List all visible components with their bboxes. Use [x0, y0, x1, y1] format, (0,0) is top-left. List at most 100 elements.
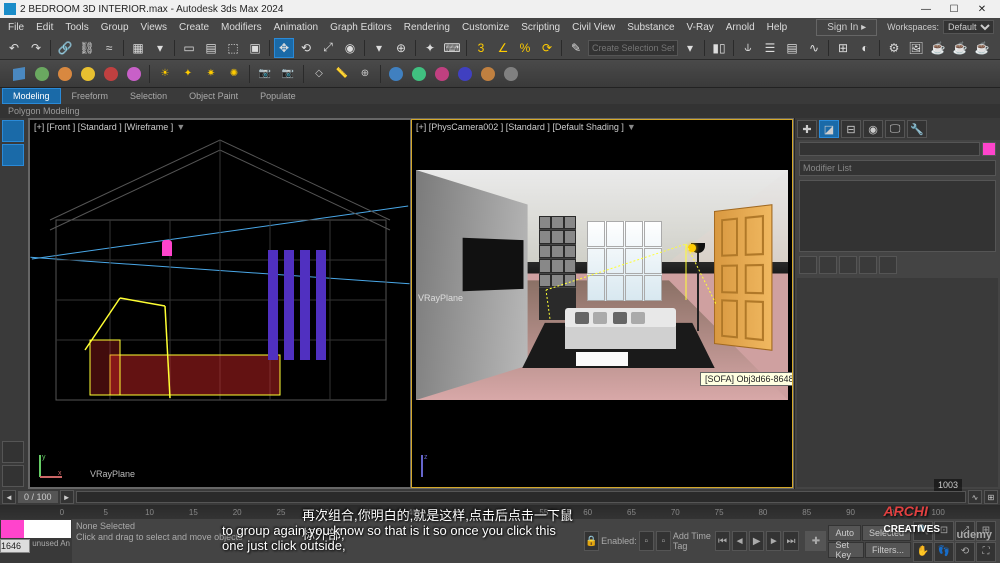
render-production-button[interactable]: ☕ [950, 38, 970, 58]
redo-button[interactable]: ↷ [26, 38, 46, 58]
schematic-view-button[interactable]: ⊞ [833, 38, 853, 58]
keyboard-shortcut-button[interactable]: ⌨ [442, 38, 462, 58]
shelf-object[interactable] [539, 216, 576, 320]
time-slider-range[interactable]: 0 / 100 [18, 491, 58, 503]
object-color-swatch[interactable] [982, 142, 996, 156]
goto-start-button[interactable]: ⏮ [715, 531, 730, 551]
particle-icon[interactable] [385, 63, 407, 85]
sofa-object[interactable] [565, 308, 677, 349]
ribbon-tab-populate[interactable]: Populate [249, 88, 307, 104]
light-omni-icon[interactable]: ☀ [154, 63, 176, 85]
menu-group[interactable]: Group [95, 20, 135, 35]
render-button[interactable]: ☕ [928, 38, 948, 58]
helper-compass-icon[interactable]: ⊕ [354, 63, 376, 85]
particle-cloud-icon[interactable] [500, 63, 522, 85]
time-slider-track[interactable] [76, 491, 966, 503]
ribbon-tab-object-paint[interactable]: Object Paint [178, 88, 249, 104]
filter-icon[interactable]: ▼ [627, 122, 636, 132]
particle-blizzard-icon[interactable] [477, 63, 499, 85]
viewport-camera-label[interactable]: [+] [PhysCamera002 ] [Standard ] [Defaul… [416, 122, 636, 132]
camera-free-icon[interactable]: 📷 [277, 63, 299, 85]
window-crossing-button[interactable]: ▣ [245, 38, 265, 58]
ribbon-tab-freeform[interactable]: Freeform [61, 88, 120, 104]
camera-target-icon[interactable]: 📷 [254, 63, 276, 85]
tv-object[interactable] [462, 238, 523, 291]
configure-sets-button[interactable] [879, 256, 897, 274]
tab-create[interactable]: ✚ [797, 120, 817, 138]
menu-arnold[interactable]: Arnold [720, 20, 761, 35]
menu-scripting[interactable]: Scripting [515, 20, 566, 35]
menu-substance[interactable]: Substance [621, 20, 680, 35]
time-slider-prev[interactable]: ◄ [2, 490, 16, 504]
tab-modify[interactable]: ◪ [819, 120, 839, 138]
angle-snap-toggle[interactable]: ∠ [493, 38, 513, 58]
ribbon-tab-selection[interactable]: Selection [119, 88, 178, 104]
workspaces-select[interactable]: Default [943, 20, 994, 34]
curve-editor-button[interactable]: ∿ [804, 38, 824, 58]
prev-frame-button[interactable]: ◄ [732, 531, 747, 551]
menu-animation[interactable]: Animation [268, 20, 324, 35]
auto-key-button[interactable]: Auto [828, 525, 861, 541]
mini-curve-editor-button[interactable]: ∿ [968, 490, 982, 504]
material-editor-button[interactable]: ◐ [855, 38, 875, 58]
play-button[interactable]: ▶ [749, 531, 764, 551]
particle-spray-icon[interactable] [431, 63, 453, 85]
cone-icon[interactable] [123, 63, 145, 85]
particle-snow-icon[interactable] [454, 63, 476, 85]
tab-display[interactable]: 🖵 [885, 120, 905, 138]
cylinder-icon[interactable] [77, 63, 99, 85]
render-setup-button[interactable]: ⚙ [884, 38, 904, 58]
ribbon-tab-modeling[interactable]: Modeling [2, 88, 61, 104]
object-name-field[interactable] [799, 142, 980, 156]
tab-utilities[interactable]: 🔧 [907, 120, 927, 138]
select-scale-button[interactable]: ⤢ [318, 38, 338, 58]
trackbar-btn-4[interactable] [2, 465, 24, 487]
align-button[interactable]: ⫝ [738, 38, 758, 58]
bind-button[interactable]: ≈ [99, 38, 119, 58]
isolate-button[interactable]: ✚ [805, 531, 826, 551]
toggle-ribbon-button[interactable]: ▤ [782, 38, 802, 58]
signin-button[interactable]: Sign In ▸ [816, 19, 877, 36]
maxscript-listener-input[interactable] [0, 539, 30, 553]
menu-edit[interactable]: Edit [30, 20, 59, 35]
menu-graph-editors[interactable]: Graph Editors [324, 20, 398, 35]
menu-create[interactable]: Create [173, 20, 215, 35]
enabled-x-button[interactable]: ▫ [639, 531, 654, 551]
sel-set-dropdown[interactable]: ▾ [680, 38, 700, 58]
minimize-button[interactable]: — [912, 0, 940, 18]
light-free-icon[interactable]: ✺ [223, 63, 245, 85]
layer-explorer-button[interactable]: ☰ [760, 38, 780, 58]
menu-vray[interactable]: V-Ray [681, 20, 720, 35]
nav-pan-button[interactable]: ✋ [913, 542, 933, 562]
trackbar-btn-1[interactable] [2, 120, 24, 142]
nav-orbit-button[interactable]: ⟲ [955, 542, 975, 562]
ref-coord-dropdown[interactable]: ▾ [369, 38, 389, 58]
goto-end-button[interactable]: ⏭ [783, 531, 798, 551]
unlink-button[interactable]: ⛓ [77, 38, 97, 58]
trackbar-btn-2[interactable] [2, 144, 24, 166]
helper-dummy-icon[interactable]: ◇ [308, 63, 330, 85]
pin-stack-button[interactable] [799, 256, 817, 274]
menu-customize[interactable]: Customize [456, 20, 515, 35]
torus-icon[interactable] [100, 63, 122, 85]
select-move-button[interactable]: ✥ [274, 38, 294, 58]
select-all-dropdown[interactable]: ▾ [150, 38, 170, 58]
render-frame-button[interactable]: 🖼 [906, 38, 926, 58]
make-unique-button[interactable] [839, 256, 857, 274]
mirror-button[interactable]: ▮▯ [709, 38, 729, 58]
close-button[interactable]: ✕ [968, 0, 996, 18]
lock-selection-button[interactable]: 🔒 [584, 531, 599, 551]
undo-button[interactable]: ↶ [4, 38, 24, 58]
nav-maximize-button[interactable]: ⛶ [976, 542, 996, 562]
window-object[interactable] [587, 221, 661, 302]
edit-named-sel-button[interactable]: ✎ [566, 38, 586, 58]
menu-tools[interactable]: Tools [59, 20, 94, 35]
helper-tape-icon[interactable]: 📏 [331, 63, 353, 85]
light-gizmo[interactable] [162, 240, 172, 256]
remove-modifier-button[interactable] [859, 256, 877, 274]
select-region-button[interactable]: ⬚ [223, 38, 243, 58]
time-slider-next[interactable]: ► [60, 490, 74, 504]
use-center-button[interactable]: ⊕ [391, 38, 411, 58]
manipulate-button[interactable]: ✦ [420, 38, 440, 58]
menu-file[interactable]: File [2, 20, 30, 35]
